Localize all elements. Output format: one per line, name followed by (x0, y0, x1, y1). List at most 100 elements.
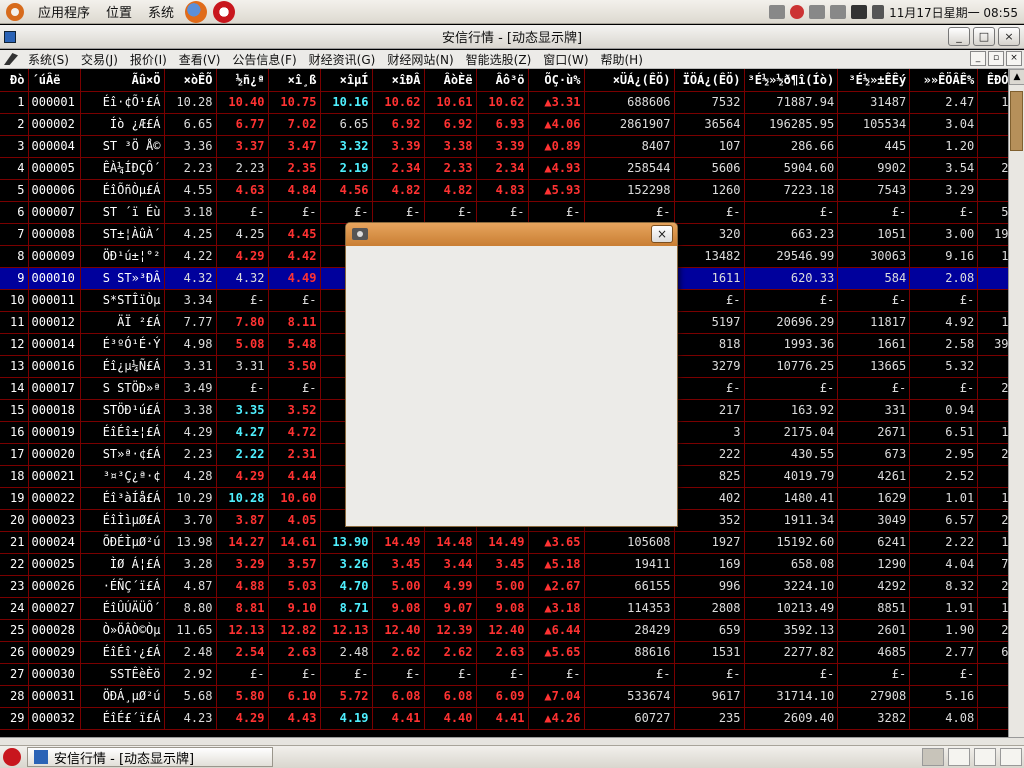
table-row[interactable]: 28 000031 ÖÐÁ¸µØ²ú 5.68 5.80 6.10 5.72 6.08 6.08… (0, 685, 1008, 708)
column-header[interactable]: ÂòÈë (424, 69, 477, 92)
table-row[interactable]: 29 000032 ÉîÉ£´ï£Á 4.23 4.29 4.43 4.19 4.41 4.40… (0, 707, 1008, 730)
table-row[interactable]: 5 000006 ÉîÕñÒµ£Á 4.55 4.63 4.84 4.56 4.82 4.82 4… (0, 179, 1008, 202)
column-header[interactable]: ×òÊÕ (164, 69, 217, 92)
mdi-close-button[interactable]: × (1006, 51, 1022, 66)
table-cell: ÉîÉî·¿£Á (80, 641, 165, 664)
volume-icon[interactable] (872, 5, 885, 19)
table-row[interactable]: 1 000001 Éî·¢Õ¹£Á 10.28 10.40 10.75 10.16 10.62… (0, 91, 1008, 114)
menu-quote[interactable]: 报价(I) (124, 51, 173, 68)
table-cell: 18.1 (977, 245, 1008, 268)
table-cell: 28429 (584, 619, 675, 642)
table-cell: 1629 (837, 487, 911, 510)
vertical-scrollbar[interactable]: ▲ (1008, 69, 1024, 737)
table-cell: £ (977, 399, 1008, 422)
table-row[interactable]: 22 000025 ÌØ Á¦£Á 3.28 3.29 3.57 3.26 3.45 3.44 3… (0, 553, 1008, 576)
close-button[interactable]: × (998, 27, 1020, 46)
column-header[interactable]: ÕÇ·ù% (528, 69, 585, 92)
table-row[interactable]: 24 000027 ÉîÛÚÄÜÔ´ 8.80 8.81 9.10 8.71 9.08 9.07… (0, 597, 1008, 620)
column-header[interactable]: ³É½»½ð¶î(Íò) (744, 69, 839, 92)
column-header[interactable]: ×ÜÁ¿(ÊÖ) (584, 69, 675, 92)
table-cell: 3 (674, 421, 745, 444)
trash-icon[interactable] (1000, 748, 1022, 766)
table-cell: 2.63 (476, 641, 529, 664)
keyboard-icon[interactable] (809, 5, 826, 19)
firefox-icon[interactable] (185, 0, 208, 23)
update-icon[interactable] (790, 5, 805, 19)
scroll-up-arrow[interactable]: ▲ (1009, 69, 1024, 85)
table-row[interactable]: 2 000002 Íò ¿Æ£Á 6.65 6.77 7.02 6.65 6.92 6.92 6.… (0, 113, 1008, 136)
taskbar-window-button[interactable]: 安信行情 - [动态显示牌] (27, 747, 273, 767)
opera-icon[interactable] (213, 0, 236, 23)
table-cell: 3.39 (372, 135, 425, 158)
table-row[interactable]: 25 000028 Ò»ÖÂÒ©Òµ 11.65 12.13 12.82 12.13 12.4… (0, 619, 1008, 642)
table-cell: 19 (0, 487, 29, 510)
table-cell: 26 (0, 641, 29, 664)
applications-menu[interactable]: 应用程序 (30, 2, 98, 21)
column-header[interactable]: »»ÊÖÂÊ% (909, 69, 979, 92)
clock[interactable]: 11月17日星期一 08:55 (889, 4, 1018, 21)
column-header[interactable]: ÏÖÁ¿(ÊÖ) (674, 69, 745, 92)
table-cell: 12 (0, 333, 29, 356)
window-titlebar[interactable]: 安信行情 - [动态显示牌] _ □ × (0, 25, 1024, 49)
table-cell: 7223.18 (744, 179, 839, 202)
table-row[interactable]: 27 000030 SSTÊèÈö 2.92 £- £- £- £- £- £- £- £- £- £- £… (0, 663, 1008, 686)
maximize-button[interactable]: □ (973, 27, 995, 46)
table-row[interactable]: 3 000004 ST ³Ö Å© 3.36 3.37 3.47 3.32 3.39 3.38 3… (0, 135, 1008, 158)
mdi-minimize-button[interactable]: _ (970, 51, 986, 66)
table-cell: 4.32 (164, 267, 217, 290)
table-row[interactable]: 6 000007 ST ´ï Éù 3.18 £- £- £- £- £- £- £- £- £- £- £… (0, 201, 1008, 224)
column-header[interactable]: ×î¸ß (268, 69, 321, 92)
places-menu[interactable]: 位置 (98, 2, 140, 21)
dialog-titlebar[interactable]: × (346, 223, 677, 246)
monitor-icon[interactable] (851, 5, 868, 19)
dialog-close-button[interactable]: × (651, 225, 673, 243)
column-header[interactable]: ×îÐÂ (372, 69, 425, 92)
system-menu[interactable]: 系统 (140, 2, 182, 21)
menu-news[interactable]: 财经资讯(G) (303, 51, 382, 68)
table-cell: 7 (0, 223, 29, 246)
scroll-thumb[interactable] (1010, 91, 1023, 151)
table-cell: £- (268, 289, 321, 312)
column-header[interactable]: Ãû×Ö (80, 69, 165, 92)
table-cell: 658.08 (744, 553, 839, 576)
menu-view[interactable]: 查看(V) (173, 51, 227, 68)
menu-window[interactable]: 窗口(W) (537, 51, 594, 68)
table-cell: Ò»ÖÂÒ©Òµ (80, 619, 165, 642)
table-cell: 10.75 (268, 91, 321, 114)
table-row[interactable]: 26 000029 ÉîÉî·¿£Á 2.48 2.54 2.63 2.48 2.62 2.62… (0, 641, 1008, 664)
column-header[interactable]: Âô³ö (476, 69, 529, 92)
table-row[interactable]: 21 000024 ÕÐÉÌµØ²ú 13.98 14.27 14.61 13.90 14.4… (0, 531, 1008, 554)
table-cell: 000016 (28, 355, 81, 378)
column-header[interactable]: ×îµÍ (320, 69, 373, 92)
menu-websites[interactable]: 财经网站(N) (381, 51, 459, 68)
table-row[interactable]: 4 000005 ÊÀ¼ÍÐÇÔ´ 2.23 2.23 2.35 2.19 2.34 2.33 2… (0, 157, 1008, 180)
workspace-3[interactable] (974, 748, 996, 766)
workspace-2[interactable] (948, 748, 970, 766)
document-icon[interactable] (4, 53, 18, 65)
network-icon[interactable] (769, 5, 786, 19)
ubuntu-logo-icon[interactable] (6, 2, 24, 21)
workspace-1[interactable] (922, 748, 944, 766)
menu-trade[interactable]: 交易(J) (75, 51, 124, 68)
table-cell: ST»ª·¢£Á (80, 443, 165, 466)
menu-stock-picker[interactable]: 智能选股(Z) (460, 51, 538, 68)
column-header[interactable]: ½ñ¿ª (216, 69, 269, 92)
menu-help[interactable]: 帮助(H) (595, 51, 649, 68)
column-header[interactable]: ÊÐÓ¯ÂÊ (977, 69, 1008, 92)
column-header[interactable]: Ðò (0, 69, 29, 92)
table-cell: ·ÉÑÇ´ï£Á (80, 575, 165, 598)
menu-announcements[interactable]: 公告信息(F) (226, 51, 302, 68)
show-desktop-icon[interactable] (3, 748, 21, 766)
table-cell: 3.49 (164, 377, 217, 400)
horizontal-scrollbar[interactable] (0, 737, 1024, 745)
table-cell: 4019.79 (744, 465, 839, 488)
table-row[interactable]: 23 000026 ·ÉÑÇ´ï£Á 4.87 4.88 5.03 4.70 5.00 4.99… (0, 575, 1008, 598)
column-header[interactable]: ´úÂë (28, 69, 81, 92)
minimize-button[interactable]: _ (948, 27, 970, 46)
table-cell: ▲4.93 (528, 157, 585, 180)
table-cell: £- (216, 289, 269, 312)
column-header[interactable]: ³É½»±ÊÊý (837, 69, 911, 92)
menu-system[interactable]: 系统(S) (22, 51, 75, 68)
mdi-restore-button[interactable]: ▫ (988, 51, 1004, 66)
printer-icon[interactable] (830, 5, 847, 19)
